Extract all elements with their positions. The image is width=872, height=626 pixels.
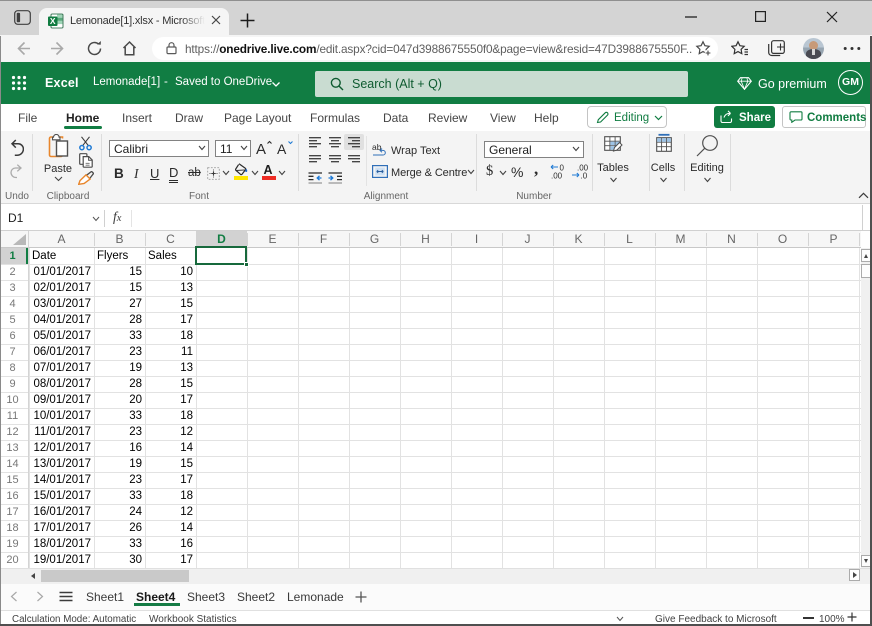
svg-text:A: A	[277, 141, 287, 157]
svg-text:.00: .00	[551, 172, 563, 180]
svg-text:A: A	[256, 141, 266, 157]
svg-text:X: X	[50, 16, 56, 26]
